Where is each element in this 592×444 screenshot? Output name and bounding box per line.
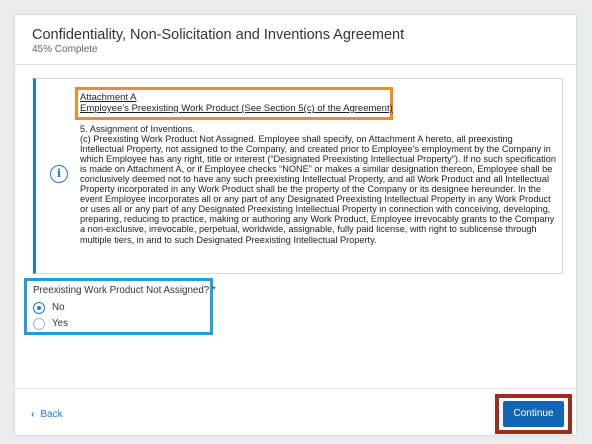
agreement-card: Confidentiality, Non-Solicitation and In… [14,14,577,436]
back-link[interactable]: ‹ Back [31,409,63,420]
radio-button-yes[interactable] [33,318,45,330]
attachment-subtitle: Employee’s Preexisting Work Product (See… [80,103,393,114]
notice-text: 5. Assignment of Inventions. (c) Preexis… [80,124,558,245]
page-title: Confidentiality, Non-Solicitation and In… [32,27,405,43]
attachment-title: Attachment A [80,92,137,103]
agreement-notice: i Attachment A Employee’s Preexisting Wo… [33,78,563,274]
page-header: Confidentiality, Non-Solicitation and In… [15,15,576,65]
back-label: Back [40,409,63,420]
radio-button-no[interactable] [33,302,45,314]
question-label: Preexisting Work Product Not Assigned? * [33,285,216,296]
progress-text: 45% Complete [32,44,98,55]
continue-button[interactable]: Continue [503,401,564,427]
chevron-left-icon: ‹ [31,409,35,420]
footer-divider [15,388,576,389]
info-circle-icon: i [50,165,68,183]
radio-label-no: No [52,302,65,313]
section-body: (c) Preexisting Work Product Not Assigne… [80,134,556,245]
radio-label-yes: Yes [52,318,68,329]
section-heading: 5. Assignment of Inventions. [80,124,195,134]
